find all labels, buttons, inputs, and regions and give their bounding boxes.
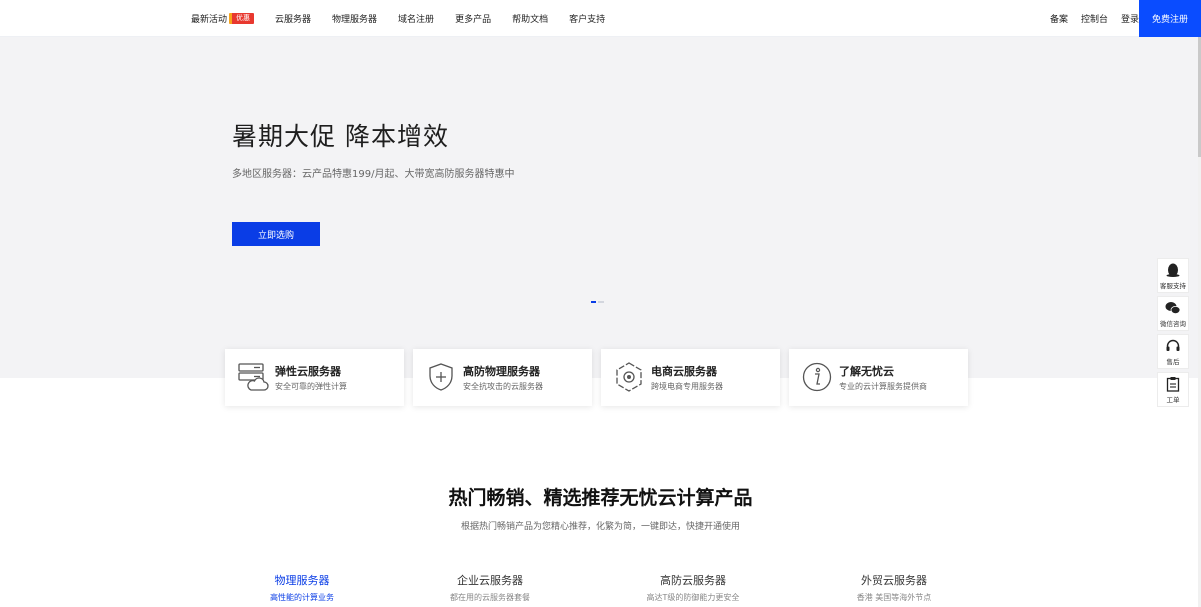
section-title: 热门畅销、精选推荐无忧云计算产品 xyxy=(448,487,753,509)
card-ecommerce-cloud-server[interactable]: 电商云服务器 跨境电商专用服务器 xyxy=(601,349,780,406)
nav-item-physical-server[interactable]: 物理服务器 xyxy=(332,12,377,25)
carousel-dot[interactable] xyxy=(598,301,604,303)
card-description: 跨境电商专用服务器 xyxy=(651,382,723,391)
card-description: 安全抗攻击的云服务器 xyxy=(463,382,543,391)
card-title: 高防物理服务器 xyxy=(463,365,540,378)
account-menu: 备案 控制台 登录 xyxy=(1037,0,1139,37)
promo-badge: 优惠 xyxy=(229,13,255,24)
customer-service-button[interactable]: 客服支持 xyxy=(1157,258,1189,293)
headset-icon xyxy=(1166,339,1180,351)
hexagon-chip-icon xyxy=(616,362,642,392)
wechat-consult-button[interactable]: 微信咨询 xyxy=(1157,296,1189,331)
tab-foreign-trade-cloud-server[interactable]: 外贸云服务器 香港 美国等海外节点 xyxy=(814,572,974,603)
tab-label: 物理服务器 xyxy=(274,574,330,587)
tab-label: 外贸云服务器 xyxy=(861,574,927,587)
card-title: 电商云服务器 xyxy=(651,365,717,378)
tab-label: 高防云服务器 xyxy=(660,574,726,587)
nav-item-latest-activity[interactable]: 最新活动 优惠 xyxy=(191,12,255,25)
top-navigation: 最新活动 优惠 云服务器 物理服务器 域名注册 更多产品 帮助文档 客户支持 备… xyxy=(0,0,1201,37)
carousel-indicators xyxy=(591,301,604,303)
nav-item-icp-filing[interactable]: 备案 xyxy=(1050,12,1068,25)
card-description: 安全可靠的弹性计算 xyxy=(275,382,347,391)
carousel-dot-active[interactable] xyxy=(591,301,596,303)
tab-label: 企业云服务器 xyxy=(457,574,523,587)
tab-enterprise-cloud-server[interactable]: 企业云服务器 都在用的云服务器套餐 xyxy=(410,572,570,603)
product-tabs: 物理服务器 高性能的计算业务 企业云服务器 都在用的云服务器套餐 高防云服务器 … xyxy=(0,572,1201,607)
tab-description: 香港 美国等海外节点 xyxy=(856,593,932,602)
tool-label: 工单 xyxy=(1166,395,1180,404)
info-icon xyxy=(802,362,832,392)
after-sales-button[interactable]: 售后 xyxy=(1157,334,1189,369)
nav-item-login[interactable]: 登录 xyxy=(1121,12,1139,25)
nav-item-cloud-server[interactable]: 云服务器 xyxy=(275,12,311,25)
tab-description: 高达T级的防御能力更安全 xyxy=(646,593,740,602)
wechat-icon xyxy=(1165,301,1181,314)
tab-physical-server[interactable]: 物理服务器 高性能的计算业务 xyxy=(222,572,382,603)
free-register-button[interactable]: 免费注册 xyxy=(1139,0,1201,37)
main-menu: 最新活动 优惠 云服务器 物理服务器 域名注册 更多产品 帮助文档 客户支持 xyxy=(191,0,626,37)
buy-now-button[interactable]: 立即选购 xyxy=(232,222,320,246)
card-description: 专业的云计算服务提供商 xyxy=(839,382,927,391)
hero-banner: 暑期大促 降本增效 多地区服务器：云产品特惠199/月起、大带宽高防服务器特惠中… xyxy=(0,37,1201,378)
tool-label: 微信咨询 xyxy=(1160,319,1186,328)
card-elastic-cloud-server[interactable]: 弹性云服务器 安全可靠的弹性计算 xyxy=(225,349,404,406)
tool-label: 售后 xyxy=(1166,357,1180,366)
ticket-button[interactable]: 工单 xyxy=(1157,372,1189,407)
nav-item-help-docs[interactable]: 帮助文档 xyxy=(512,12,548,25)
nav-item-domain-register[interactable]: 域名注册 xyxy=(398,12,434,25)
nav-item-console[interactable]: 控制台 xyxy=(1081,12,1108,25)
server-cloud-icon xyxy=(238,363,269,391)
tab-description: 高性能的计算业务 xyxy=(270,593,334,602)
shield-plus-icon xyxy=(429,363,453,391)
card-title: 弹性云服务器 xyxy=(275,365,341,378)
tool-label: 客服支持 xyxy=(1160,281,1186,290)
tab-ddos-cloud-server[interactable]: 高防云服务器 高达T级的防御能力更安全 xyxy=(613,572,773,603)
feature-cards: 弹性云服务器 安全可靠的弹性计算 高防物理服务器 安全抗攻击的云服务器 电商云服… xyxy=(225,349,968,406)
nav-item-customer-support[interactable]: 客户支持 xyxy=(569,12,605,25)
hero-subtitle: 多地区服务器：云产品特惠199/月起、大带宽高防服务器特惠中 xyxy=(232,169,515,180)
section-subtitle: 根据热门畅销产品为您精心推荐，化繁为简，一键即达，快捷开通使用 xyxy=(460,522,740,532)
card-title: 了解无忧云 xyxy=(839,365,894,378)
nav-item-label: 最新活动 xyxy=(191,15,228,25)
floating-toolbar: 客服支持 微信咨询 售后 工单 xyxy=(1157,258,1189,410)
nav-item-more-products[interactable]: 更多产品 xyxy=(455,12,491,25)
clipboard-icon xyxy=(1166,376,1180,392)
tab-description: 都在用的云服务器套餐 xyxy=(450,593,530,602)
card-about-wuyou-cloud[interactable]: 了解无忧云 专业的云计算服务提供商 xyxy=(789,349,968,406)
qq-penguin-icon xyxy=(1166,263,1180,277)
card-ddos-physical-server[interactable]: 高防物理服务器 安全抗攻击的云服务器 xyxy=(413,349,592,406)
hero-title: 暑期大促 降本增效 xyxy=(232,122,449,151)
